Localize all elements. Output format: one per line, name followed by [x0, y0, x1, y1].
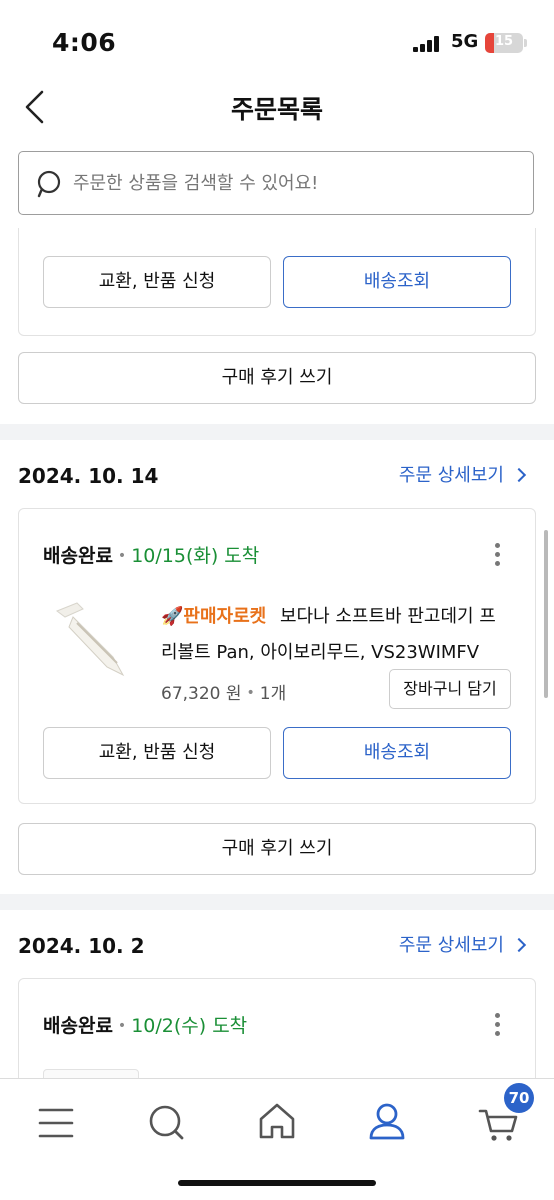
delivery-status: 배송완료: [43, 1015, 113, 1037]
price-separator: •: [246, 685, 255, 701]
nav-my-coupang[interactable]: [359, 1091, 415, 1147]
scrollbar[interactable]: [544, 530, 548, 698]
more-options-icon[interactable]: [495, 543, 501, 567]
product-thumbnail[interactable]: [47, 597, 131, 681]
battery-icon: 15: [485, 33, 523, 53]
exchange-return-button[interactable]: 교환, 반품 신청: [43, 727, 271, 779]
menu-icon: [38, 1108, 74, 1138]
rocket-icon: 🚀: [161, 606, 184, 627]
search-icon: [149, 1105, 184, 1140]
status-separator: •: [117, 548, 127, 564]
add-to-cart-button[interactable]: 장바구니 담기: [389, 669, 511, 709]
status-bar: 4:06 5G 15: [0, 0, 554, 88]
order-detail-link[interactable]: 주문 상세보기: [398, 931, 527, 957]
arrival-date: 10/15(화) 도착: [131, 545, 260, 567]
order-detail-label: 주문 상세보기: [398, 935, 504, 956]
arrival-date: 10/2(수) 도착: [131, 1015, 248, 1037]
delivery-tracking-button[interactable]: 배송조회: [283, 256, 511, 308]
search-icon: [37, 170, 61, 198]
home-icon: [259, 1103, 295, 1139]
status-separator: •: [117, 1018, 127, 1034]
delivery-tracking-button[interactable]: 배송조회: [283, 727, 511, 779]
chevron-right-icon: [511, 467, 527, 483]
search-box[interactable]: [18, 151, 534, 215]
search-input[interactable]: [73, 153, 523, 213]
price-quantity: 67,320 원 • 1개: [161, 679, 286, 704]
seller-rocket-label: 판매자로켓: [183, 606, 267, 627]
product-thumbnail[interactable]: [43, 1069, 139, 1078]
delivery-status-row: 배송완료 • 10/2(수) 도착: [43, 1011, 247, 1038]
product-name-line2[interactable]: 리볼트 Pan, 아이보리무드, VS23WIMFV: [161, 638, 479, 664]
order-date: 2024. 10. 2: [18, 934, 145, 958]
battery-level: 15: [494, 34, 514, 49]
order-detail-label: 주문 상세보기: [398, 465, 504, 486]
status-time: 4:06: [52, 28, 117, 57]
nav-menu[interactable]: [28, 1091, 84, 1147]
order-detail-link[interactable]: 주문 상세보기: [398, 461, 527, 487]
write-review-button[interactable]: 구매 후기 쓰기: [18, 823, 536, 875]
order-list[interactable]: 교환, 반품 신청 배송조회 구매 후기 쓰기 2024. 10. 14 주문 …: [0, 228, 554, 1078]
section-divider: [0, 894, 554, 910]
price: 67,320 원: [161, 684, 242, 704]
order-card: 배송완료 • 10/15(화) 도착 🚀판매자로켓 보다나 소프트바 판고데기 프 …: [18, 508, 536, 804]
delivery-status-row: 배송완료 • 10/15(화) 도착: [43, 541, 259, 568]
order-card: 배송완료 • 10/2(수) 도착: [18, 978, 536, 1078]
order-card: 교환, 반품 신청 배송조회: [18, 228, 536, 336]
chevron-right-icon: [511, 937, 527, 953]
exchange-return-button[interactable]: 교환, 반품 신청: [43, 256, 271, 308]
home-indicator[interactable]: [178, 1180, 376, 1186]
section-divider: [0, 424, 554, 440]
battery-nub: [524, 39, 527, 47]
order-date: 2024. 10. 14: [18, 464, 159, 488]
product-name-text: 보다나 소프트바 판고데기 프: [279, 606, 496, 627]
quantity: 1개: [259, 684, 287, 704]
nav-search[interactable]: [138, 1091, 194, 1147]
seller-rocket-badge: 🚀판매자로켓: [161, 606, 266, 627]
delivery-status: 배송완료: [43, 545, 113, 567]
nav-home[interactable]: [249, 1091, 305, 1147]
user-icon: [369, 1103, 405, 1140]
cart-count-badge: 70: [504, 1083, 534, 1113]
network-type: 5G: [451, 31, 479, 52]
page-title: 주문목록: [230, 95, 323, 124]
write-review-button[interactable]: 구매 후기 쓰기: [18, 352, 536, 404]
signal-icon: [413, 36, 441, 52]
more-options-icon[interactable]: [495, 1013, 501, 1037]
product-name-line1[interactable]: 🚀판매자로켓 보다나 소프트바 판고데기 프: [161, 602, 496, 628]
header: 주문목록: [0, 88, 554, 138]
